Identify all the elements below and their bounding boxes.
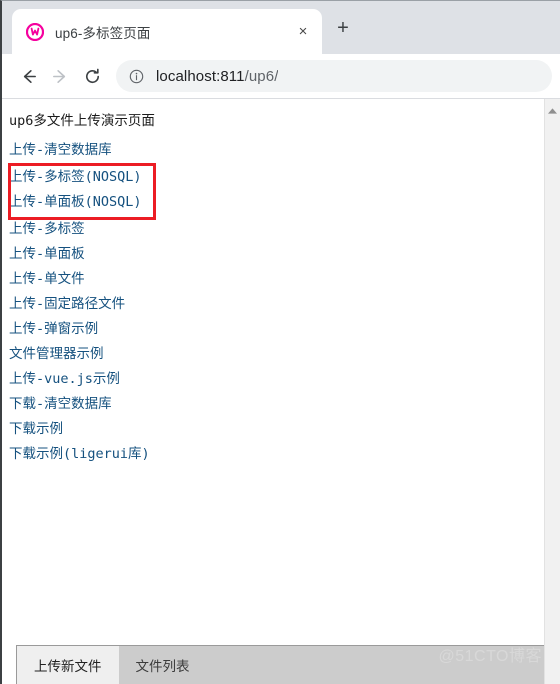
scroll-up-arrow-icon[interactable] [545,107,560,115]
demo-link-list: 上传-清空数据库 上传-多标签(NOSQL) 上传-单面板(NOSQL) 上传-… [6,138,560,467]
address-bar[interactable]: localhost:811/up6/ [116,60,552,92]
up6-logo-icon [26,22,44,41]
browser-tab-strip: up6-多标签页面 × + [2,1,560,54]
browser-tab-title: up6-多标签页面 [55,25,151,41]
address-bar-path: /up6/ [244,67,279,85]
link-download-clear-db[interactable]: 下载-清空数据库 [9,392,112,417]
address-bar-url: localhost:811/up6/ [156,68,278,85]
link-upload-singlepanel[interactable]: 上传-单面板 [9,242,85,267]
browser-toolbar: localhost:811/up6/ [2,54,560,99]
link-upload-vue-demo[interactable]: 上传-vue.js示例 [9,367,120,392]
browser-window: up6-多标签页面 × + localhost:811/up6/ up6多文件上… [0,0,560,684]
back-button[interactable] [12,60,44,92]
link-upload-multitab[interactable]: 上传-多标签 [9,217,85,242]
uploader-widget: 上传新文件 文件列表 选择文件 [16,645,559,684]
link-upload-singlefile[interactable]: 上传-单文件 [9,267,85,292]
forward-button[interactable] [44,60,76,92]
address-bar-host: localhost:811 [156,67,245,85]
uploader-tab-bar: 上传新文件 文件列表 [17,646,559,684]
link-file-manager-demo[interactable]: 文件管理器示例 [9,342,104,367]
link-upload-multitab-nosql[interactable]: 上传-多标签(NOSQL) [9,165,142,190]
tab-file-list[interactable]: 文件列表 [119,646,207,684]
link-upload-fixedpath[interactable]: 上传-固定路径文件 [9,292,125,317]
link-upload-dialog-demo[interactable]: 上传-弹窗示例 [9,317,98,342]
info-circle-icon[interactable] [129,69,144,84]
page-title: up6多文件上传演示页面 [9,113,155,129]
close-icon[interactable]: × [290,19,316,45]
link-upload-singlepanel-nosql[interactable]: 上传-单面板(NOSQL) [9,190,142,215]
tab-upload-new-file[interactable]: 上传新文件 [17,646,119,684]
reload-button[interactable] [76,60,108,92]
new-tab-button[interactable]: + [328,13,358,43]
page-viewport: up6多文件上传演示页面 上传-清空数据库 上传-多标签(NOSQL) 上传-单… [2,99,560,684]
browser-tab[interactable]: up6-多标签页面 × [12,9,322,54]
link-download-ligerui-demo[interactable]: 下载示例(ligerui库) [9,442,150,467]
link-upload-clear-db[interactable]: 上传-清空数据库 [9,138,112,163]
link-download-demo[interactable]: 下载示例 [9,417,63,442]
page-scrollbar[interactable] [544,99,560,684]
highlighted-link-group: 上传-多标签(NOSQL) 上传-单面板(NOSQL) [8,163,560,220]
